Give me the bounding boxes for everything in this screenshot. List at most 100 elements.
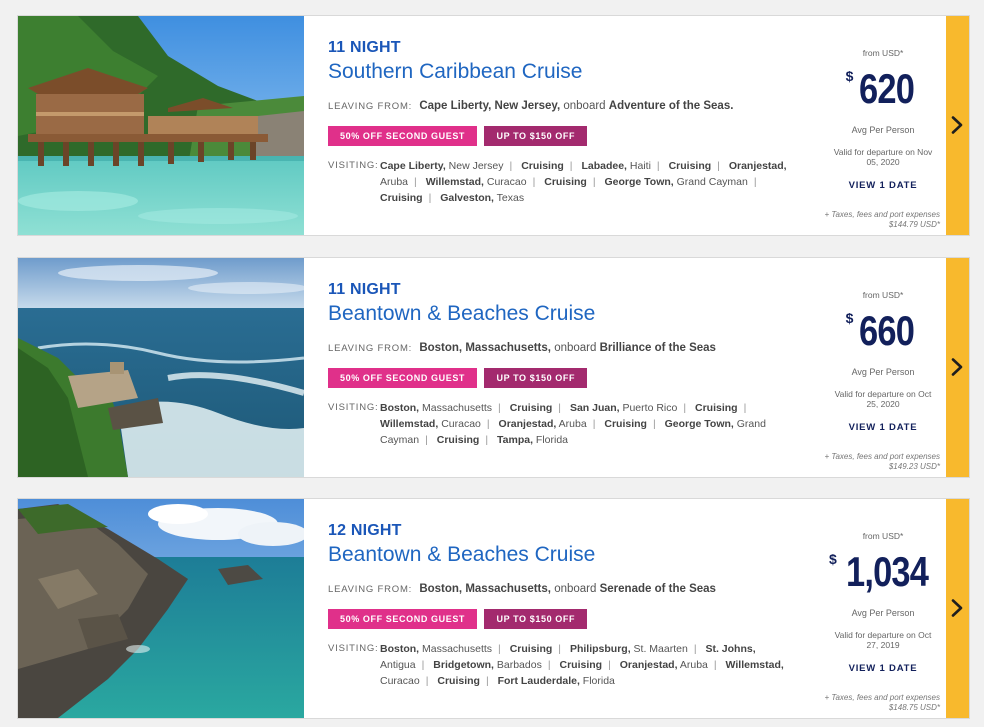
port-separator: | [414,176,417,188]
card-expand-tab[interactable] [946,258,969,477]
cruise-card[interactable]: 12 NIGHT Beantown & Beaches Cruise LEAVI… [17,498,970,719]
departure-validity: Valid for departure on Oct 25, 2020 [834,389,932,409]
taxes-note: + Taxes, fees and port expenses $149.23 … [824,452,940,471]
cruise-info: 11 NIGHT Beantown & Beaches Cruise LEAVI… [328,280,808,448]
price-from-label: from USD* [862,531,904,541]
port-name: St. Johns, [705,643,756,655]
itinerary-ports: VISITING: Cape Liberty, New Jersey | Crui… [328,158,808,206]
itinerary-port: Cruising [604,418,647,430]
port-separator: | [683,402,687,414]
port-name: Tampa, [497,434,533,446]
itinerary-port: Galveston, Texas [440,192,524,204]
price-amount: $1,034 [818,549,948,595]
port-separator: | [592,176,596,188]
port-separator: | [569,160,573,172]
price-amount: $620 [818,66,948,112]
port-name: Oranjestad, [728,160,787,172]
port-separator: | [693,643,697,655]
itinerary-port: Boston, Massachusetts [380,402,492,414]
port-separator: | [656,160,660,172]
port-name: Philipsburg, [569,643,631,655]
port-separator: | [608,659,611,671]
port-region: Curacao [441,418,481,430]
port-region: Florida [535,434,569,446]
promo-badge-discount: UP TO $150 OFF [484,609,588,629]
leaving-from: LEAVING FROM: Boston, Massachusetts, onb… [328,582,808,597]
price-panel: from USD* $1,034 Avg Per Person Valid fo… [818,499,948,718]
port-separator: | [558,643,562,655]
ship-name: Brilliance of the Seas [599,342,716,354]
port-name: Cruising [694,402,738,414]
cruise-info: 12 NIGHT Beantown & Beaches Cruise LEAVI… [328,521,808,689]
port-separator: | [485,434,489,446]
port-separator: | [425,434,428,446]
itinerary-port: Tampa, Florida [497,434,568,446]
view-dates-link[interactable]: VIEW 1 DATE [818,180,948,191]
port-name: Oranjestad, [498,418,557,430]
port-name: Fort Lauderdale, [497,675,580,687]
cruise-nights: 11 NIGHT [328,281,401,298]
view-dates-link[interactable]: VIEW 1 DATE [818,422,948,433]
ship-name: Adventure of the Seas. [608,100,734,112]
currency-symbol: $ [845,68,854,84]
card-expand-tab[interactable] [946,16,969,235]
port-region: Texas [496,192,525,204]
leaving-from: LEAVING FROM: Boston, Massachusetts, onb… [328,341,808,356]
promo-badge-discount: UP TO $150 OFF [484,368,588,388]
itinerary-port: Bridgetown, Barbados [433,659,542,671]
avg-per-person: Avg Per Person [851,125,915,135]
port-name: Cruising [668,160,712,172]
leaving-from-label: LEAVING FROM: [328,584,413,595]
visiting-label: VISITING: [328,643,379,654]
port-region: Aruba [558,418,587,430]
cruise-title[interactable]: Beantown & Beaches Cruise [328,301,808,327]
cruise-photo-coastal-fort[interactable] [18,258,304,477]
port-region: St. Maarten [633,643,688,655]
port-region: Massachusetts [422,643,493,655]
port-separator: | [743,402,747,414]
itinerary-port: Willemstad, Curacao [380,418,481,430]
onboard-text: onboard [554,583,597,595]
cruise-title[interactable]: Southern Caribbean Cruise [328,59,808,85]
port-region: Haiti [629,160,651,172]
port-separator: | [425,675,429,687]
port-name: Cruising [544,176,587,188]
price-amount: $660 [818,308,948,354]
promo-badges: 50% OFF SECOND GUEST UP TO $150 OFF [328,368,808,388]
promo-badge-second-guest: 50% OFF SECOND GUEST [328,609,478,629]
port-separator: | [558,402,562,414]
port-region: Curacao [380,675,420,687]
visiting-label: VISITING: [328,160,379,171]
cruise-card[interactable]: 11 NIGHT Beantown & Beaches Cruise LEAVI… [17,257,970,478]
itinerary-port: George Town, Grand Cayman [604,176,747,188]
chevron-right-icon [951,358,963,376]
port-name: Willemstad, [725,659,784,671]
card-expand-tab[interactable] [946,499,969,718]
price-value: 660 [859,307,915,354]
port-separator: | [486,418,490,430]
itinerary-port: Cruising [437,675,480,687]
cruise-title[interactable]: Beantown & Beaches Cruise [328,542,808,568]
itinerary-ports: VISITING: Boston, Massachusetts | Cruisin… [328,400,808,448]
port-name: Willemstad, [380,418,439,430]
cruise-photo-overwater-cabanas[interactable] [18,16,304,235]
port-separator: | [592,418,596,430]
promo-badge-second-guest: 50% OFF SECOND GUEST [328,368,478,388]
itinerary-port: Boston, Massachusetts [380,643,492,655]
avg-per-person: Avg Per Person [851,367,915,377]
port-name: George Town, [664,418,734,430]
port-name: Cruising [521,160,564,172]
port-region: Florida [582,675,615,687]
cruise-card[interactable]: 11 NIGHT Southern Caribbean Cruise LEAVI… [17,15,970,236]
itinerary-port: Cruising [510,643,553,655]
port-name: Cruising [604,418,647,430]
port-separator: | [652,418,656,430]
avg-per-person: Avg Per Person [851,608,915,618]
port-name: Cruising [437,675,480,687]
cruise-photo-rocky-cove[interactable] [18,499,304,718]
itinerary-port: Cruising [380,192,423,204]
itinerary-port: Willemstad, Curacao [426,176,527,188]
view-dates-link[interactable]: VIEW 1 DATE [818,663,948,674]
port-name: Cape Liberty, [380,160,446,172]
departure-validity: Valid for departure on Oct 27, 2019 [834,630,932,650]
